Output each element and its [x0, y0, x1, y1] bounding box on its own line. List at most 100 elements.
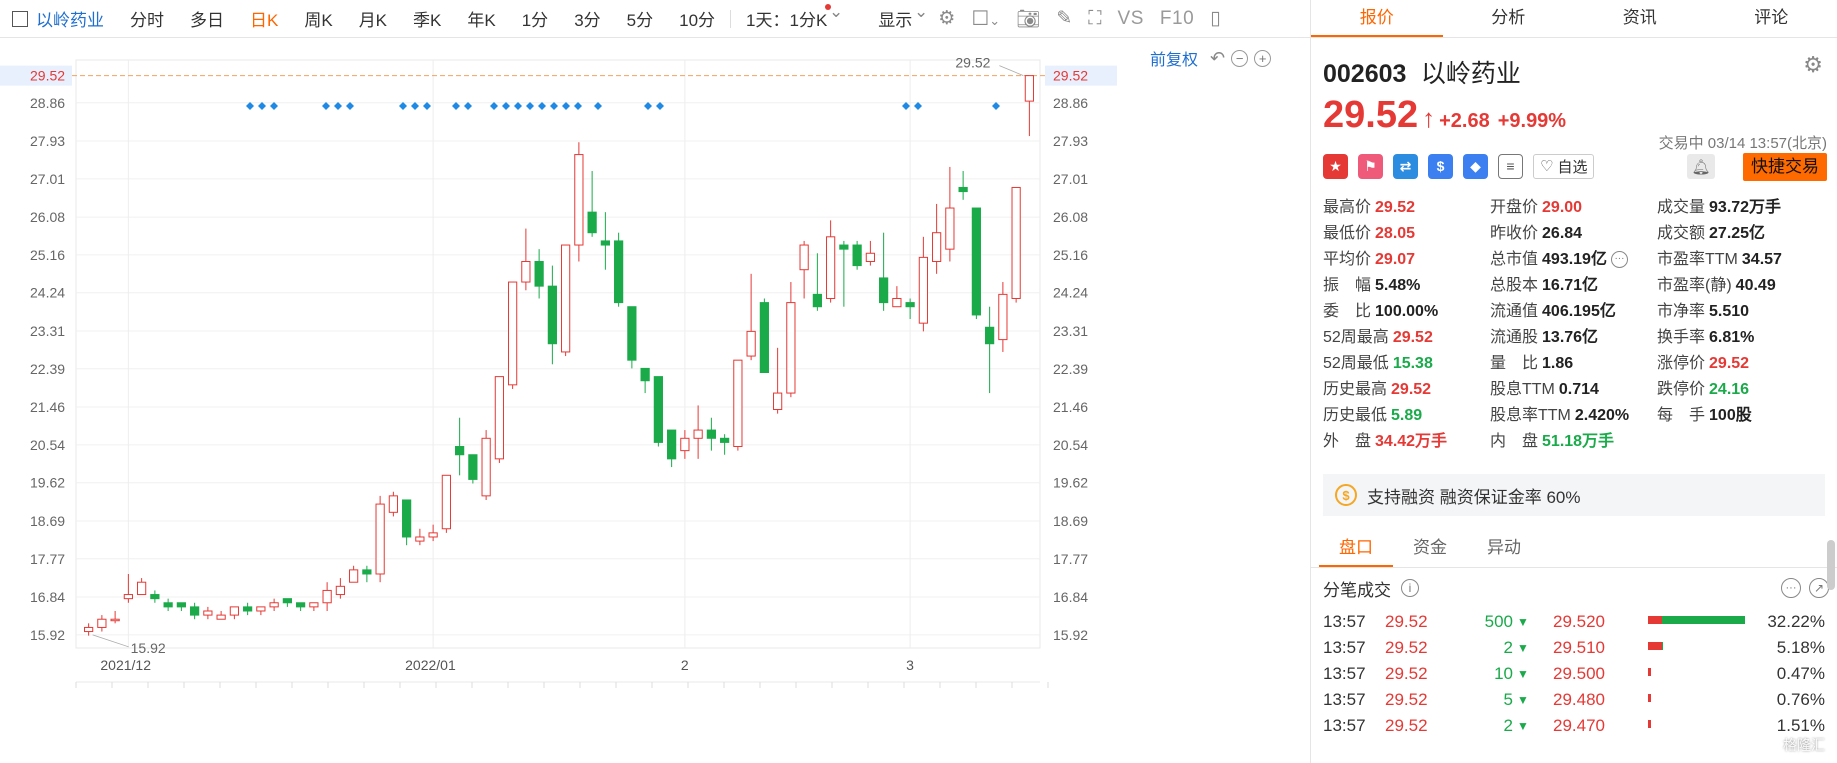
bell-icon[interactable]: 🔔︎ — [1687, 154, 1715, 179]
tick-list: 分笔成交 i ··· ↗ 13:57 29.52 500 ▼ 29.520 32.22% 1… — [1311, 568, 1837, 738]
kline-chart-area[interactable]: 15.92 15.92 16.84 16.84 17.77 17.77 18.69 18.69… — [0, 38, 1310, 763]
stat-label: 量 比 — [1490, 355, 1539, 372]
zoom-in-icon[interactable]: + — [1254, 49, 1272, 67]
candle-down — [190, 606, 200, 616]
tick-volume: 2 — [1503, 638, 1513, 657]
level-pct: 0.76% — [1776, 690, 1825, 709]
adjust-mode-button[interactable]: 前复权 — [1150, 46, 1198, 70]
level-price: 29.500 — [1553, 664, 1605, 683]
f10-button[interactable]: F10 — [1152, 8, 1202, 30]
stat-label: 平均价 — [1323, 251, 1372, 268]
tag-icon[interactable]: ◆ — [1463, 153, 1488, 179]
undo-icon[interactable]: ↶ — [1210, 48, 1225, 69]
period-tab-9[interactable]: 5分 — [614, 6, 666, 31]
expand-icon[interactable]: ↗ — [1809, 578, 1829, 598]
up-arrow-icon: ↑ — [1422, 103, 1436, 133]
period-tab-6[interactable]: 年K — [454, 6, 508, 31]
shuffle-icon[interactable]: ⇄ — [1393, 153, 1418, 179]
candle-up — [561, 244, 571, 353]
candle-up — [786, 302, 796, 394]
panel-tab-3[interactable]: 评论 — [1706, 0, 1837, 37]
period-tab-1[interactable]: 多日 — [177, 6, 237, 31]
detail-tab-1[interactable]: 资金 — [1393, 530, 1467, 567]
dollar-icon[interactable]: $ — [1428, 153, 1453, 179]
draw-pencil-icon[interactable]: ✎ — [1048, 7, 1080, 30]
detail-tab-0[interactable]: 盘口 — [1319, 530, 1393, 567]
candle-down — [812, 293, 822, 308]
stats-row: 平均价 29.07 总市值 493.19亿 ··· 市盈率TTM 34.57 — [1323, 244, 1825, 270]
candle-up — [137, 581, 147, 596]
candle-up — [322, 589, 332, 604]
notes-icon[interactable]: ≡ — [1498, 153, 1523, 179]
stock-name-label[interactable]: 以岭药业 — [28, 6, 117, 31]
stat-value: 29.07 — [1375, 251, 1416, 268]
panel-tab-2[interactable]: 资讯 — [1574, 0, 1706, 37]
panel-tab-0[interactable]: 报价 — [1311, 0, 1443, 37]
camera-icon[interactable]: 📷︎ — [1008, 7, 1048, 31]
current-price-label-left: 29.52 — [30, 68, 65, 84]
panel-tab-1[interactable]: 分析 — [1443, 0, 1575, 37]
quick-trade-button[interactable]: 快捷交易 — [1743, 153, 1827, 181]
period-tab-5[interactable]: 季K — [400, 6, 454, 31]
display-dropdown[interactable]: 显示 — [865, 2, 930, 31]
scrollbar[interactable] — [1827, 540, 1835, 590]
level-bar-red — [1648, 642, 1662, 650]
settings-gear-icon[interactable]: ⚙ — [930, 7, 963, 30]
stat-value: 29.52 — [1391, 381, 1432, 398]
chart-tools: 前复权 ↶ − + — [1150, 46, 1272, 70]
settings-gear-icon[interactable]: ⚙ — [1803, 52, 1823, 78]
stat-value: 29.00 — [1542, 199, 1583, 216]
down-triangle-icon: ▼ — [1517, 667, 1529, 681]
indicator-square-icon[interactable]: ☐⌄ — [963, 6, 1008, 31]
fullscreen-icon[interactable]: ⛶ — [1080, 8, 1109, 30]
stat-value: 26.84 — [1542, 225, 1583, 242]
info-icon[interactable]: i — [1401, 579, 1419, 597]
more-options-icon[interactable]: ··· — [1781, 578, 1801, 598]
sidebar-toggle-icon[interactable] — [12, 10, 28, 27]
stat-cell: 量 比 1.86 — [1490, 349, 1657, 373]
candle-down — [653, 376, 663, 443]
china-flag-icon[interactable]: ★ — [1323, 153, 1348, 179]
candle-up — [441, 474, 451, 530]
period-tab-8[interactable]: 3分 — [561, 6, 613, 31]
stat-label: 总股本 — [1490, 277, 1539, 294]
tick-list-header: 分笔成交 i — [1323, 568, 1825, 608]
margin-info-bar[interactable]: $ 支持融资 融资保证金率 60% — [1323, 474, 1825, 516]
period-tab-10[interactable]: 10分 — [666, 6, 728, 31]
period-tab-2[interactable]: 日K — [237, 6, 291, 31]
candle-down — [720, 437, 730, 443]
level-bar-green — [1662, 642, 1663, 650]
watchlist-label: 自选 — [1557, 158, 1588, 176]
x-axis-label: 2022/01 — [405, 657, 456, 673]
stat-value: 93.72万手 — [1709, 199, 1782, 216]
down-triangle-icon: ▼ — [1517, 641, 1529, 655]
stat-cell: 换手率 6.81% — [1657, 323, 1824, 347]
y-axis-label-left: 23.31 — [30, 323, 65, 339]
panel-toggle-icon[interactable]: ▯ — [1202, 7, 1228, 30]
stat-value: 40.49 — [1735, 277, 1776, 294]
candle-down — [176, 602, 186, 608]
detail-tab-2[interactable]: 异动 — [1467, 530, 1541, 567]
stat-label: 外 盘 — [1323, 433, 1372, 450]
period-tab-7[interactable]: 1分 — [509, 6, 561, 31]
tick-time: 13:57 — [1323, 716, 1366, 735]
quote-stats: 最高价 29.52 开盘价 29.00 成交量 93.72万手 最低价 28.05 昨收价 26.… — [1311, 184, 1837, 484]
period-tab-4[interactable]: 月K — [346, 6, 400, 31]
period-tab-0[interactable]: 分时 — [117, 6, 177, 31]
stat-label: 内 盘 — [1490, 433, 1539, 450]
zoom-out-icon[interactable]: − — [1231, 49, 1249, 67]
kline-chart[interactable]: 15.92 15.92 16.84 16.84 17.77 17.77 18.69 18.69… — [0, 38, 1310, 763]
candle-up — [97, 618, 107, 628]
runner-icon[interactable]: ⚑ — [1358, 153, 1383, 179]
multi-range-dropdown[interactable]: 1天：1分K — [733, 2, 845, 31]
stat-cell: 委 比 100.00% — [1323, 297, 1490, 321]
compare-vs-button[interactable]: VS — [1110, 8, 1152, 30]
stat-value: 24.16 — [1709, 381, 1750, 398]
quote-header: 002603 以岭药业 ⚙ 29.52 ↑ +2.68 +9.99% 交易中 0… — [1311, 38, 1837, 152]
add-watchlist-button[interactable]: ♡ 自选 — [1533, 153, 1595, 179]
candle-up — [521, 260, 531, 283]
more-info-icon[interactable]: ··· — [1610, 251, 1628, 269]
candle-down — [534, 260, 544, 287]
period-tab-3[interactable]: 周K — [291, 6, 345, 31]
candle-up — [335, 585, 345, 596]
